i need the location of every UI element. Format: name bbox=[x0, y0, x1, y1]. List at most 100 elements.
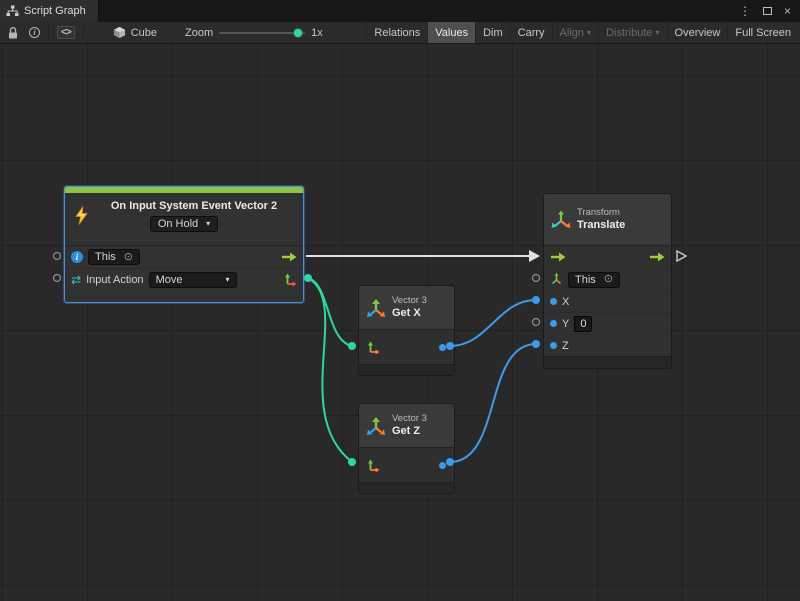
inspect-button[interactable]: i bbox=[24, 22, 45, 43]
graph-icon bbox=[6, 5, 19, 17]
event-node-title: On Input System Event Vector 2 bbox=[65, 193, 303, 212]
control-output-arrow-icon[interactable] bbox=[281, 252, 297, 262]
translate-this-row: This ⊙ bbox=[544, 268, 671, 290]
chevron-down-icon: ▾ bbox=[206, 220, 210, 228]
lock-button[interactable] bbox=[2, 22, 24, 43]
tab-script-graph[interactable]: Script Graph bbox=[0, 0, 99, 22]
titlebar: Script Graph ⋮ × bbox=[0, 0, 800, 22]
node-footer bbox=[359, 364, 454, 375]
port-vector2-out[interactable] bbox=[304, 274, 312, 282]
lock-icon bbox=[7, 26, 19, 40]
node-translate[interactable]: Transform Translate bbox=[543, 193, 672, 369]
z-port-label: Z bbox=[562, 340, 569, 352]
gameobject-icon: i bbox=[71, 251, 83, 263]
translate-this-dropdown[interactable]: This ⊙ bbox=[568, 272, 620, 288]
cube-icon bbox=[113, 26, 126, 39]
float-output-port[interactable] bbox=[439, 462, 446, 469]
toolbar-separator bbox=[48, 26, 49, 39]
z-input-port[interactable] bbox=[550, 342, 557, 349]
port-translate-y-in[interactable] bbox=[533, 319, 540, 326]
relations-button[interactable]: Relations bbox=[366, 22, 427, 43]
lightning-bolt-icon bbox=[74, 206, 89, 230]
get-x-port-row bbox=[359, 330, 454, 364]
target-picker-icon[interactable]: ⊙ bbox=[604, 274, 613, 285]
wire-arrowhead bbox=[529, 250, 540, 262]
graph-toolbar: i <> Cube Zoom 1x Relations Values Dim bbox=[0, 22, 800, 44]
node-title: Translate bbox=[577, 219, 625, 233]
y-input-port[interactable] bbox=[550, 320, 557, 327]
values-button[interactable]: Values bbox=[427, 22, 475, 43]
distribute-button[interactable]: Distribute▾ bbox=[598, 22, 666, 43]
target-picker-icon[interactable]: ⊙ bbox=[124, 252, 133, 263]
dim-button[interactable]: Dim bbox=[475, 22, 510, 43]
node-on-input-system-event[interactable]: On Input System Event Vector 2 On Hold ▾… bbox=[64, 186, 304, 303]
fullscreen-button[interactable]: Full Screen bbox=[727, 22, 798, 43]
toolbar-separator bbox=[83, 26, 84, 39]
wire-vector2-to-getx bbox=[308, 278, 352, 346]
get-z-port-row bbox=[359, 448, 454, 482]
input-action-icon: ⇄ bbox=[71, 274, 81, 286]
wire-getz-to-z bbox=[450, 344, 536, 462]
node-title: Get Z bbox=[392, 425, 427, 439]
transform-icon bbox=[551, 210, 571, 230]
port-event-this-in[interactable] bbox=[54, 253, 61, 260]
vector3-icon bbox=[366, 416, 386, 436]
translate-y-row: Y 0 bbox=[544, 312, 671, 334]
x-input-port[interactable] bbox=[550, 298, 557, 305]
x-port-label: X bbox=[562, 296, 569, 308]
event-input-action-row: ⇄ Input Action Move ▾ bbox=[65, 268, 303, 290]
target-name: Cube bbox=[131, 27, 157, 39]
translate-x-row: X bbox=[544, 290, 671, 312]
event-this-row: i This ⊙ bbox=[65, 246, 303, 268]
wire-vector2-to-getz bbox=[308, 278, 352, 462]
input-action-dropdown[interactable]: Move ▾ bbox=[149, 272, 237, 288]
info-icon: i bbox=[29, 27, 40, 38]
graph-canvas[interactable]: On Input System Event Vector 2 On Hold ▾… bbox=[0, 44, 800, 601]
vector3-icon bbox=[366, 298, 386, 318]
edit-script-button[interactable]: <> bbox=[52, 22, 80, 43]
chevron-down-icon: ▾ bbox=[656, 29, 660, 37]
vector3-input-icon[interactable] bbox=[367, 459, 380, 472]
chevron-down-icon: ▾ bbox=[587, 29, 591, 37]
graph-target[interactable]: Cube bbox=[113, 26, 157, 39]
tab-label: Script Graph bbox=[24, 5, 86, 17]
zoom-value: 1x bbox=[311, 27, 323, 39]
node-get-z[interactable]: Vector 3 Get Z bbox=[358, 403, 455, 494]
code-icon: <> bbox=[57, 26, 75, 39]
port-translate-x-in[interactable] bbox=[532, 296, 540, 304]
node-title: Get X bbox=[392, 307, 427, 321]
control-input-arrow-icon[interactable] bbox=[550, 252, 566, 262]
transform-mini-icon bbox=[550, 273, 563, 286]
port-getz-in[interactable] bbox=[348, 458, 356, 466]
port-getx-in[interactable] bbox=[348, 342, 356, 350]
on-hold-dropdown[interactable]: On Hold ▾ bbox=[150, 216, 218, 232]
align-button[interactable]: Align▾ bbox=[552, 22, 598, 43]
port-translate-z-in[interactable] bbox=[532, 340, 540, 348]
maximize-icon[interactable] bbox=[763, 7, 772, 15]
chevron-down-icon: ▾ bbox=[226, 276, 230, 284]
vector3-input-icon[interactable] bbox=[367, 341, 380, 354]
node-footer bbox=[544, 356, 671, 368]
float-output-port[interactable] bbox=[439, 344, 446, 351]
node-category: Vector 3 bbox=[392, 413, 427, 425]
carry-button[interactable]: Carry bbox=[510, 22, 552, 43]
flow-out-triangle[interactable] bbox=[677, 251, 686, 261]
translate-flow-row bbox=[544, 246, 671, 268]
close-icon[interactable]: × bbox=[784, 5, 791, 17]
vector2-output-icon[interactable] bbox=[284, 273, 297, 286]
y-port-label: Y bbox=[562, 318, 569, 330]
node-get-x[interactable]: Vector 3 Get X bbox=[358, 285, 455, 376]
event-this-dropdown[interactable]: This ⊙ bbox=[88, 249, 140, 265]
kebab-menu-icon[interactable]: ⋮ bbox=[739, 5, 751, 17]
zoom-slider[interactable] bbox=[219, 32, 305, 34]
script-graph-window: Script Graph ⋮ × i <> bbox=[0, 0, 800, 601]
zoom-slider-handle[interactable] bbox=[293, 28, 303, 38]
input-action-label: Input Action bbox=[86, 274, 144, 286]
translate-z-row: Z bbox=[544, 334, 671, 356]
port-translate-this-in[interactable] bbox=[533, 275, 540, 282]
port-event-action-in[interactable] bbox=[54, 275, 61, 282]
node-footer bbox=[359, 482, 454, 493]
overview-button[interactable]: Overview bbox=[667, 22, 728, 43]
y-value-field[interactable]: 0 bbox=[574, 316, 592, 332]
control-output-arrow-icon[interactable] bbox=[649, 252, 665, 262]
